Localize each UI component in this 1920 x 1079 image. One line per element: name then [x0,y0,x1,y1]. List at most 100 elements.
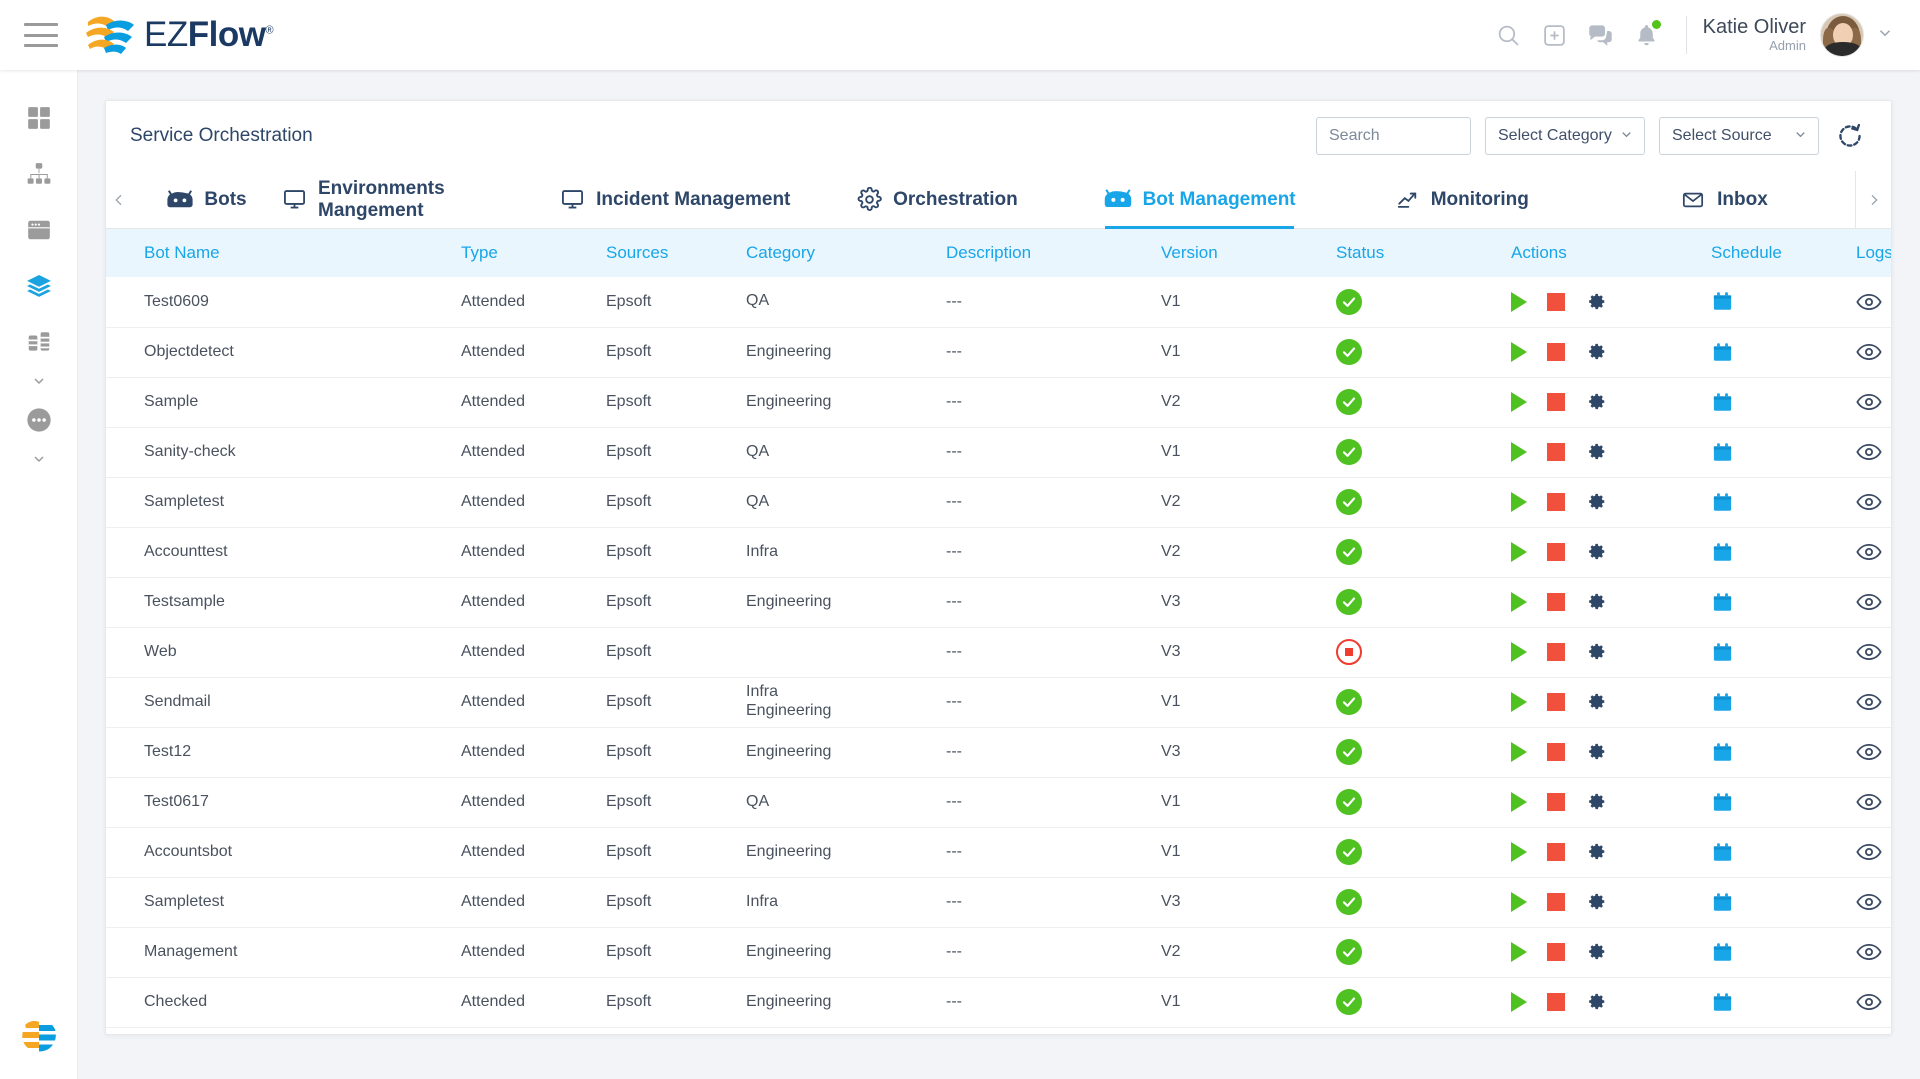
user-info[interactable]: Katie Oliver Admin [1703,16,1806,54]
table-row[interactable]: Sendmail Attended Epsoft Infra Engineering --… [106,677,1891,728]
sidebar-item-servers[interactable] [0,314,78,370]
stop-icon[interactable] [1547,493,1565,511]
stop-icon[interactable] [1547,893,1565,911]
play-icon[interactable] [1511,992,1527,1012]
calendar-icon[interactable] [1711,691,1856,714]
tab-environments-mangement[interactable]: Environments Mangement [282,171,544,228]
table-row[interactable]: Web Attended Epsoft --- V3 [106,627,1891,678]
column-header-status[interactable]: Status [1336,229,1511,277]
play-icon[interactable] [1511,792,1527,812]
eye-icon[interactable] [1856,943,1891,961]
table-row[interactable]: Accountsbot Attended Epsoft Engineering --- V… [106,827,1891,878]
add-box-icon[interactable] [1532,12,1578,58]
table-row[interactable]: Sanity-check Attended Epsoft QA --- V1 [106,427,1891,478]
gear-icon[interactable] [1585,741,1607,763]
column-header-description[interactable]: Description [946,229,1161,277]
chat-icon[interactable] [1578,12,1624,58]
stop-icon[interactable] [1547,843,1565,861]
eye-icon[interactable] [1856,593,1891,611]
play-icon[interactable] [1511,942,1527,962]
chevron-down-icon[interactable] [1876,24,1894,47]
eye-icon[interactable] [1856,793,1891,811]
tab-bot-management[interactable]: Bot Management [1069,171,1331,229]
calendar-icon[interactable] [1711,541,1856,564]
stop-icon[interactable] [1547,443,1565,461]
eye-icon[interactable] [1856,843,1891,861]
tabs-scroll-left-button[interactable] [106,171,132,228]
eye-icon[interactable] [1856,543,1891,561]
table-row[interactable]: Test12 Attended Epsoft Engineering --- V3 [106,727,1891,778]
stop-icon[interactable] [1547,343,1565,361]
sidebar-expand-more-chevron-down-icon[interactable] [31,448,47,470]
stop-icon[interactable] [1547,292,1565,311]
stop-icon[interactable] [1547,793,1565,811]
calendar-icon[interactable] [1711,941,1856,964]
table-row[interactable]: Accounttest Attended Epsoft Infra --- V2 [106,527,1891,578]
column-header-sources[interactable]: Sources [606,229,746,277]
gear-icon[interactable] [1585,941,1607,963]
gear-icon[interactable] [1585,491,1607,513]
calendar-icon[interactable] [1711,391,1856,414]
sidebar-item-window[interactable] [0,202,78,258]
tab-incident-management[interactable]: Incident Management [544,171,806,228]
calendar-icon[interactable] [1711,290,1856,313]
stop-icon[interactable] [1547,743,1565,761]
gear-icon[interactable] [1585,391,1607,413]
column-header-schedule[interactable]: Schedule [1711,229,1856,277]
play-icon[interactable] [1511,392,1527,412]
gear-icon[interactable] [1585,841,1607,863]
play-icon[interactable] [1511,842,1527,862]
stop-icon[interactable] [1547,593,1565,611]
table-row[interactable]: Objectdetect Attended Epsoft Engineering ---… [106,327,1891,378]
table-row[interactable]: Test0609 Attended Epsoft QA --- V1 [106,277,1891,328]
tab-monitoring[interactable]: Monitoring [1331,171,1593,228]
calendar-icon[interactable] [1711,591,1856,614]
calendar-icon[interactable] [1711,841,1856,864]
tabs-scroll-right-button[interactable] [1855,171,1891,228]
source-select[interactable]: Select Source [1659,117,1819,155]
play-icon[interactable] [1511,542,1527,562]
eye-icon[interactable] [1856,293,1891,311]
gear-icon[interactable] [1585,341,1607,363]
calendar-icon[interactable] [1711,441,1856,464]
gear-icon[interactable] [1585,641,1607,663]
tab-orchestration[interactable]: Orchestration [806,171,1068,228]
stop-icon[interactable] [1547,993,1565,1011]
eye-icon[interactable] [1856,743,1891,761]
play-icon[interactable] [1511,291,1527,312]
tab-bots[interactable]: Bots [132,171,282,228]
column-header-actions[interactable]: Actions [1511,229,1711,277]
column-header-version[interactable]: Version [1161,229,1336,277]
calendar-icon[interactable] [1711,641,1856,664]
sidebar-item-dashboard[interactable] [0,90,78,146]
column-header-logs[interactable]: Logs [1856,229,1891,277]
stop-icon[interactable] [1547,543,1565,561]
gear-icon[interactable] [1585,591,1607,613]
table-row[interactable]: Sampletest Attended Epsoft Infra --- V3 [106,877,1891,928]
calendar-icon[interactable] [1711,891,1856,914]
eye-icon[interactable] [1856,993,1891,1011]
play-icon[interactable] [1511,642,1527,662]
sidebar-item-layers[interactable] [0,258,78,314]
sidebar-item-more[interactable] [0,392,78,448]
sidebar-expand-servers-chevron-down-icon[interactable] [31,370,47,392]
table-row[interactable]: Sampletest Attended Epsoft QA --- V2 [106,477,1891,528]
refresh-button[interactable] [1833,119,1867,153]
table-row[interactable]: Checked Attended Epsoft Engineering --- V1 [106,977,1891,1028]
tab-inbox[interactable]: Inbox [1593,171,1855,228]
play-icon[interactable] [1511,892,1527,912]
calendar-icon[interactable] [1711,791,1856,814]
play-icon[interactable] [1511,492,1527,512]
eye-icon[interactable] [1856,393,1891,411]
eye-icon[interactable] [1856,343,1891,361]
avatar[interactable] [1820,13,1864,57]
category-select[interactable]: Select Category [1485,117,1645,155]
table-row[interactable]: Testsample Attended Epsoft Engineering --- V3 [106,577,1891,628]
column-header-bot-name[interactable]: Bot Name [106,229,461,277]
table-row[interactable]: Management Attended Epsoft Engineering --- V2 [106,927,1891,978]
gear-icon[interactable] [1585,441,1607,463]
table-row[interactable]: Test0617 Attended Epsoft QA --- V1 [106,777,1891,828]
eye-icon[interactable] [1856,693,1891,711]
gear-icon[interactable] [1585,891,1607,913]
table-row[interactable]: Sample Attended Epsoft Engineering --- V2 [106,377,1891,428]
